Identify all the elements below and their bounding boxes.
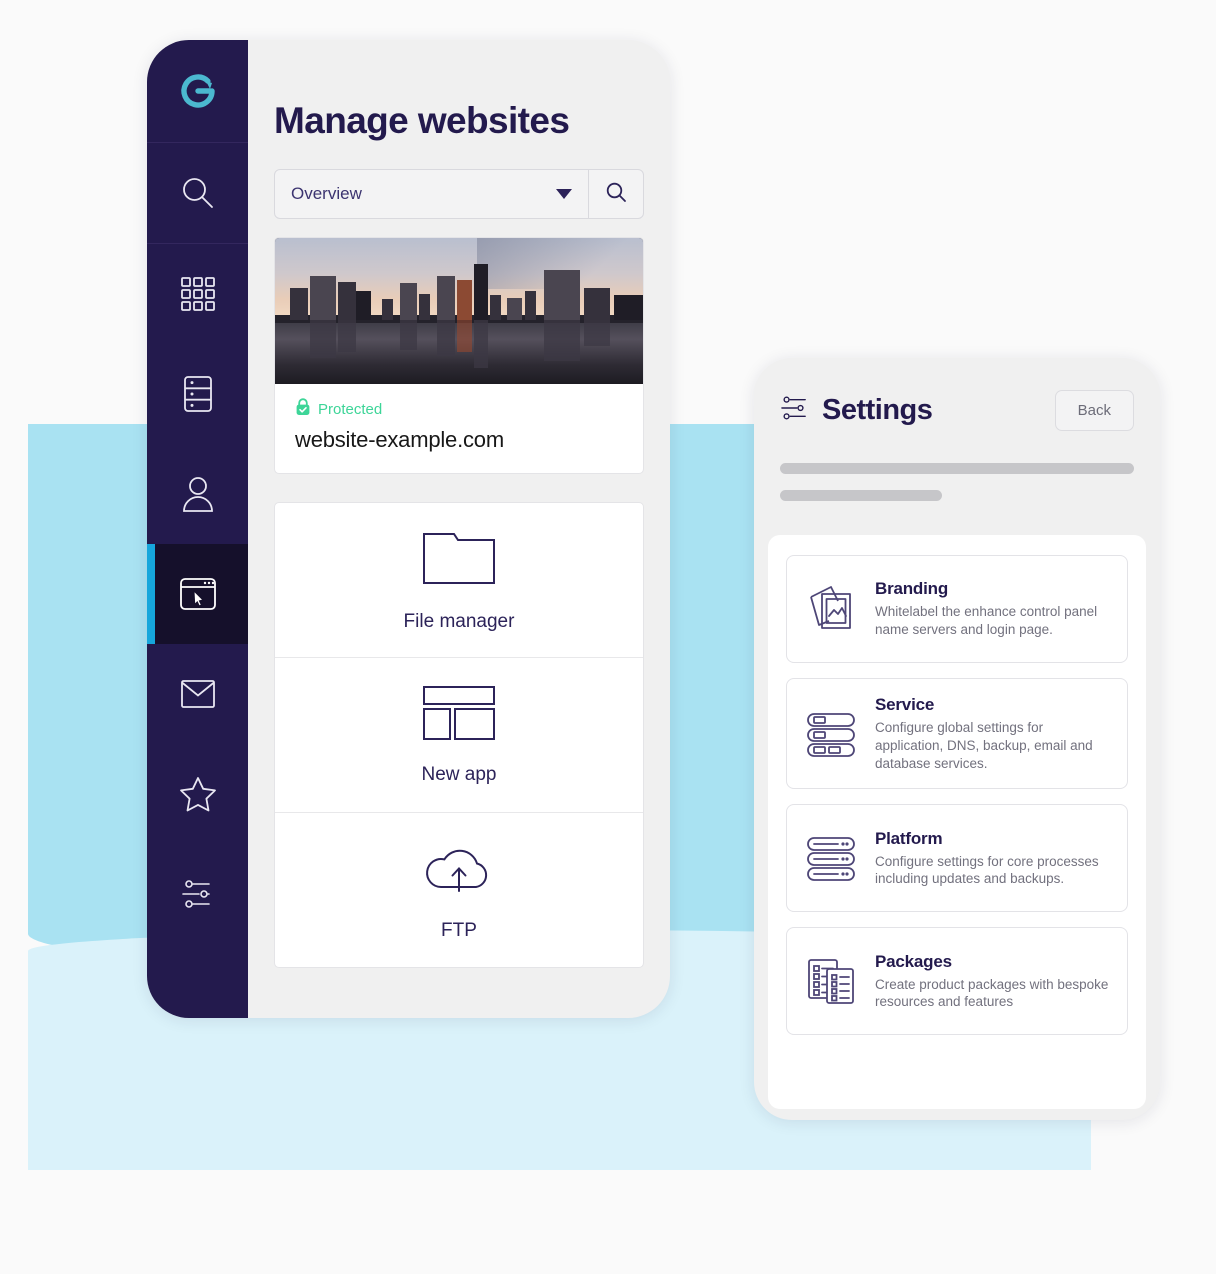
city-skyline-reflection-photo — [275, 238, 643, 384]
setting-description: Configure settings for core processes in… — [875, 853, 1099, 887]
setting-name: Service — [875, 695, 935, 714]
action-tiles: File manager New app FTP — [274, 502, 644, 968]
settings-title: Settings — [822, 394, 933, 426]
setting-description: Configure global settings for applicatio… — [875, 720, 1093, 771]
server-stack-icon — [179, 374, 217, 414]
tile-new-app[interactable]: New app — [275, 658, 643, 813]
search-icon — [604, 180, 628, 209]
folder-icon — [421, 528, 497, 593]
settings-list: Branding Whitelabel the enhance control … — [768, 535, 1146, 1109]
sidebar-item-search[interactable] — [147, 143, 248, 244]
envelope-icon — [178, 677, 218, 711]
user-icon — [178, 473, 218, 515]
search-row: Overview — [274, 169, 644, 219]
websites-content: Manage websites Overview Protected websi… — [248, 40, 670, 1018]
cloud-upload-icon — [419, 839, 499, 902]
setting-name: Platform — [875, 828, 943, 848]
website-card[interactable]: Protected website-example.com — [274, 237, 644, 474]
server-stack-icon — [803, 709, 859, 759]
sidebar-item-settings[interactable] — [147, 844, 248, 944]
tile-label: FTP — [441, 919, 477, 941]
tile-ftp[interactable]: FTP — [275, 813, 643, 967]
placeholder-bar — [780, 490, 942, 501]
sidebar-item-servers[interactable] — [147, 344, 248, 444]
tile-file-manager[interactable]: File manager — [275, 503, 643, 658]
page-title: Manage websites — [274, 100, 570, 141]
star-icon — [177, 774, 219, 814]
lock-check-icon — [295, 398, 311, 420]
search-button[interactable] — [588, 170, 643, 218]
search-icon — [177, 172, 219, 214]
placeholder-bar — [780, 463, 1134, 474]
enhance-e-logo-icon — [176, 69, 220, 113]
setting-description: Create product packages with bespoke res… — [875, 976, 1109, 1010]
tile-label: New app — [421, 763, 497, 785]
sidebar — [147, 40, 248, 1018]
tile-label: File manager — [403, 610, 515, 632]
setting-description: Whitelabel the enhance control panel nam… — [875, 604, 1098, 637]
sidebar-item-websites[interactable] — [147, 544, 248, 644]
sidebar-item-apps[interactable] — [147, 244, 248, 344]
overview-select[interactable]: Overview — [275, 170, 588, 218]
platform-bars-icon — [803, 833, 859, 883]
setting-item-branding[interactable]: Branding Whitelabel the enhance control … — [786, 555, 1128, 663]
sliders-icon — [179, 878, 217, 910]
sidebar-item-users[interactable] — [147, 444, 248, 544]
site-domain: website-example.com — [295, 427, 504, 452]
settings-header: Settings Back — [754, 358, 1160, 431]
setting-item-packages[interactable]: Packages Create product packages with be… — [786, 927, 1128, 1036]
setting-name: Branding — [875, 579, 949, 599]
status-badge: Protected — [295, 398, 623, 420]
sidebar-logo[interactable] — [147, 40, 248, 143]
manage-websites-panel: Manage websites Overview Protected websi… — [147, 40, 670, 1018]
status-label: Protected — [318, 400, 383, 418]
window-cursor-icon — [178, 576, 218, 612]
setting-name: Packages — [875, 951, 952, 971]
checklist-docs-icon — [803, 956, 859, 1006]
app-layout-icon — [422, 685, 496, 746]
setting-item-platform[interactable]: Platform Configure settings for core pro… — [786, 804, 1128, 913]
sidebar-item-email[interactable] — [147, 644, 248, 744]
chevron-down-icon — [556, 189, 572, 199]
overview-select-value: Overview — [291, 184, 362, 203]
grid-apps-icon — [179, 275, 217, 313]
setting-item-service[interactable]: Service Configure global settings for ap… — [786, 678, 1128, 790]
sidebar-item-favorites[interactable] — [147, 744, 248, 844]
settings-panel-window: Settings Back Branding Whitelabel the en… — [754, 358, 1160, 1120]
back-button[interactable]: Back — [1054, 390, 1134, 431]
sliders-icon — [780, 395, 808, 426]
images-icon — [803, 584, 859, 634]
